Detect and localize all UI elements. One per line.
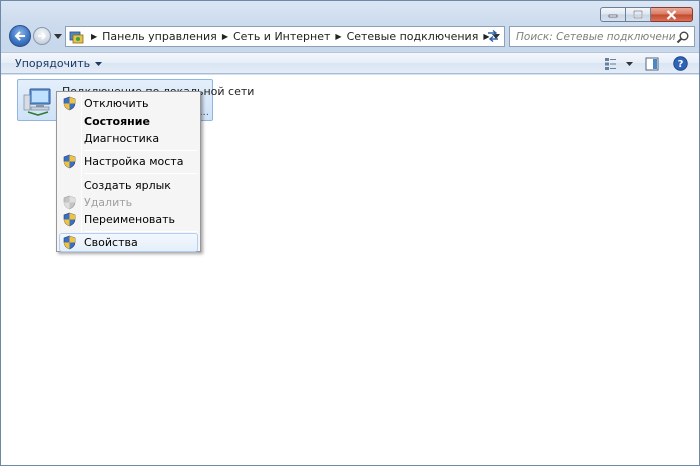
menu-item-label: Настройка моста bbox=[84, 155, 184, 168]
preview-pane-icon bbox=[645, 57, 659, 70]
back-arrow-icon bbox=[14, 31, 25, 41]
menu-item-rename[interactable]: Переименовать bbox=[59, 210, 198, 229]
control-panel-icon bbox=[68, 28, 86, 46]
network-connection-icon bbox=[23, 88, 51, 116]
forward-arrow-icon bbox=[38, 32, 47, 40]
menu-item-bridge[interactable]: Настройка моста bbox=[59, 152, 198, 171]
menu-item-label: Удалить bbox=[84, 196, 133, 209]
change-view-button[interactable] bbox=[603, 55, 633, 72]
recent-pages-button[interactable] bbox=[53, 31, 63, 41]
help-button[interactable]: ? bbox=[671, 55, 689, 72]
command-bar: Упорядочить ? bbox=[1, 52, 699, 74]
navigation-bar: ▶ Панель управления ▶ Сеть и Интернет ▶ … bbox=[7, 25, 695, 49]
breadcrumb-separator-icon[interactable]: ▶ bbox=[222, 32, 228, 41]
menu-item-label: Переименовать bbox=[84, 213, 176, 226]
uac-shield-icon bbox=[63, 154, 76, 169]
view-options-icon bbox=[604, 57, 616, 70]
close-button[interactable] bbox=[651, 7, 693, 22]
explorer-window: ▶ Панель управления ▶ Сеть и Интернет ▶ … bbox=[0, 0, 700, 466]
breadcrumb-network-connections[interactable]: Сетевые подключения bbox=[347, 30, 479, 43]
menu-item-label: Свойства bbox=[84, 236, 138, 249]
organize-label: Упорядочить bbox=[15, 57, 91, 70]
menu-separator bbox=[84, 150, 197, 151]
svg-text:?: ? bbox=[677, 59, 683, 70]
menu-item-label: Отключить bbox=[84, 97, 149, 110]
search-box bbox=[509, 26, 695, 47]
view-controls: ? bbox=[603, 55, 689, 72]
breadcrumb-separator-icon: ▶ bbox=[91, 32, 98, 41]
breadcrumb-control-panel[interactable]: Панель управления bbox=[102, 30, 217, 43]
context-menu: Отключить Состояние Диагностика Настройк… bbox=[56, 91, 201, 252]
breadcrumb-network-internet[interactable]: Сеть и Интернет bbox=[233, 30, 330, 43]
window-controls bbox=[600, 7, 693, 22]
chevron-down-icon bbox=[54, 33, 62, 39]
uac-shield-icon bbox=[63, 195, 76, 210]
organize-button[interactable]: Упорядочить bbox=[15, 57, 103, 70]
back-button[interactable] bbox=[9, 25, 31, 47]
menu-separator bbox=[84, 173, 197, 174]
menu-separator bbox=[84, 231, 197, 232]
forward-button[interactable] bbox=[33, 27, 51, 45]
search-icon[interactable] bbox=[676, 30, 690, 44]
menu-item-label: Диагностика bbox=[84, 132, 160, 145]
uac-shield-icon bbox=[63, 235, 76, 250]
preview-pane-button[interactable] bbox=[643, 55, 661, 72]
help-icon: ? bbox=[672, 56, 688, 71]
address-bar[interactable]: ▶ Панель управления ▶ Сеть и Интернет ▶ … bbox=[65, 26, 505, 47]
breadcrumb-separator-icon[interactable]: ▶ bbox=[335, 32, 341, 41]
minimize-button[interactable] bbox=[600, 7, 626, 22]
uac-shield-icon bbox=[63, 96, 76, 111]
minimize-icon bbox=[608, 14, 618, 17]
menu-item-properties[interactable]: Свойства bbox=[59, 233, 198, 252]
search-input[interactable] bbox=[516, 30, 676, 43]
maximize-button[interactable] bbox=[626, 7, 651, 22]
menu-item-disable[interactable]: Отключить bbox=[59, 94, 198, 113]
chevron-down-icon bbox=[625, 61, 633, 66]
refresh-icon bbox=[488, 30, 498, 42]
maximize-icon bbox=[633, 10, 643, 19]
menu-item-diagnostics[interactable]: Диагностика bbox=[59, 129, 198, 148]
menu-item-label: Состояние bbox=[84, 115, 150, 128]
uac-shield-icon bbox=[63, 212, 76, 227]
close-icon bbox=[666, 9, 677, 20]
chevron-down-icon bbox=[95, 61, 103, 66]
refresh-button[interactable] bbox=[483, 27, 503, 45]
menu-item-label: Создать ярлык bbox=[84, 179, 171, 192]
